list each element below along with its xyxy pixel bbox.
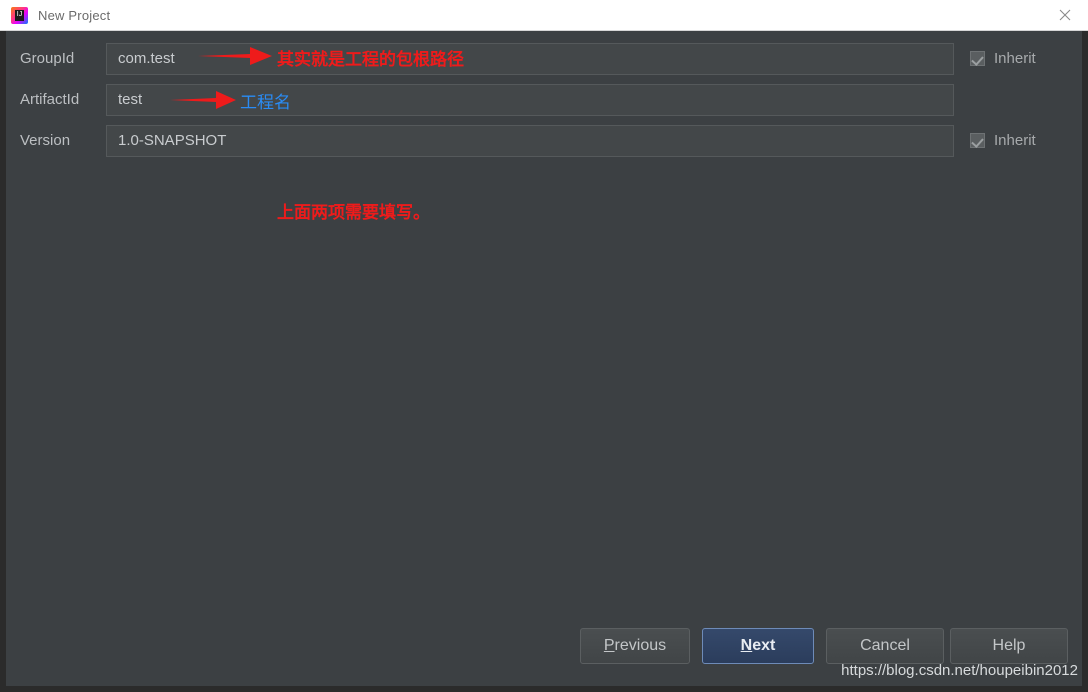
form-row-version: Version 1.0-SNAPSHOT Inherit [6, 120, 1082, 161]
form-row-artifactid: ArtifactId test [6, 79, 1082, 120]
cancel-button-label: Cancel [860, 637, 910, 654]
label-artifactid: ArtifactId [20, 91, 80, 108]
inherit-version-label: Inherit [994, 132, 1036, 149]
groupid-input[interactable]: com.test [106, 42, 954, 75]
previous-button-mnemonic: P [603, 637, 615, 654]
inherit-version-checkbox[interactable] [970, 133, 985, 148]
new-project-dialog: IJ New Project GroupId com.test Inherit … [0, 0, 1088, 692]
inherit-groupid-checkbox[interactable] [970, 51, 985, 66]
dialog-content: GroupId com.test Inherit ArtifactId test… [0, 31, 1088, 692]
intellij-idea-icon: IJ [11, 6, 28, 24]
next-button-label: ext [752, 637, 776, 654]
previous-button-label: revious [614, 637, 667, 654]
version-input[interactable]: 1.0-SNAPSHOT [106, 124, 954, 157]
help-button[interactable]: Help [950, 628, 1068, 664]
next-button-mnemonic: N [740, 637, 753, 654]
cancel-button[interactable]: Cancel [826, 628, 944, 664]
label-groupid: GroupId [20, 50, 75, 67]
close-icon [1059, 9, 1071, 21]
form-row-groupid: GroupId com.test Inherit [6, 38, 1082, 79]
inherit-groupid-label: Inherit [994, 50, 1036, 67]
inherit-version-group[interactable]: Inherit [954, 132, 1072, 149]
close-button[interactable] [1042, 0, 1088, 30]
next-button[interactable]: Next [702, 628, 814, 664]
label-version: Version [20, 132, 71, 149]
title-bar: IJ New Project [0, 0, 1088, 31]
previous-button[interactable]: Previous [580, 628, 690, 664]
inherit-groupid-group[interactable]: Inherit [954, 50, 1072, 67]
help-button-label: Help [992, 637, 1026, 654]
window-title: New Project [38, 7, 111, 23]
artifactid-input[interactable]: test [106, 83, 954, 116]
app-icon-label: IJ [16, 10, 23, 18]
